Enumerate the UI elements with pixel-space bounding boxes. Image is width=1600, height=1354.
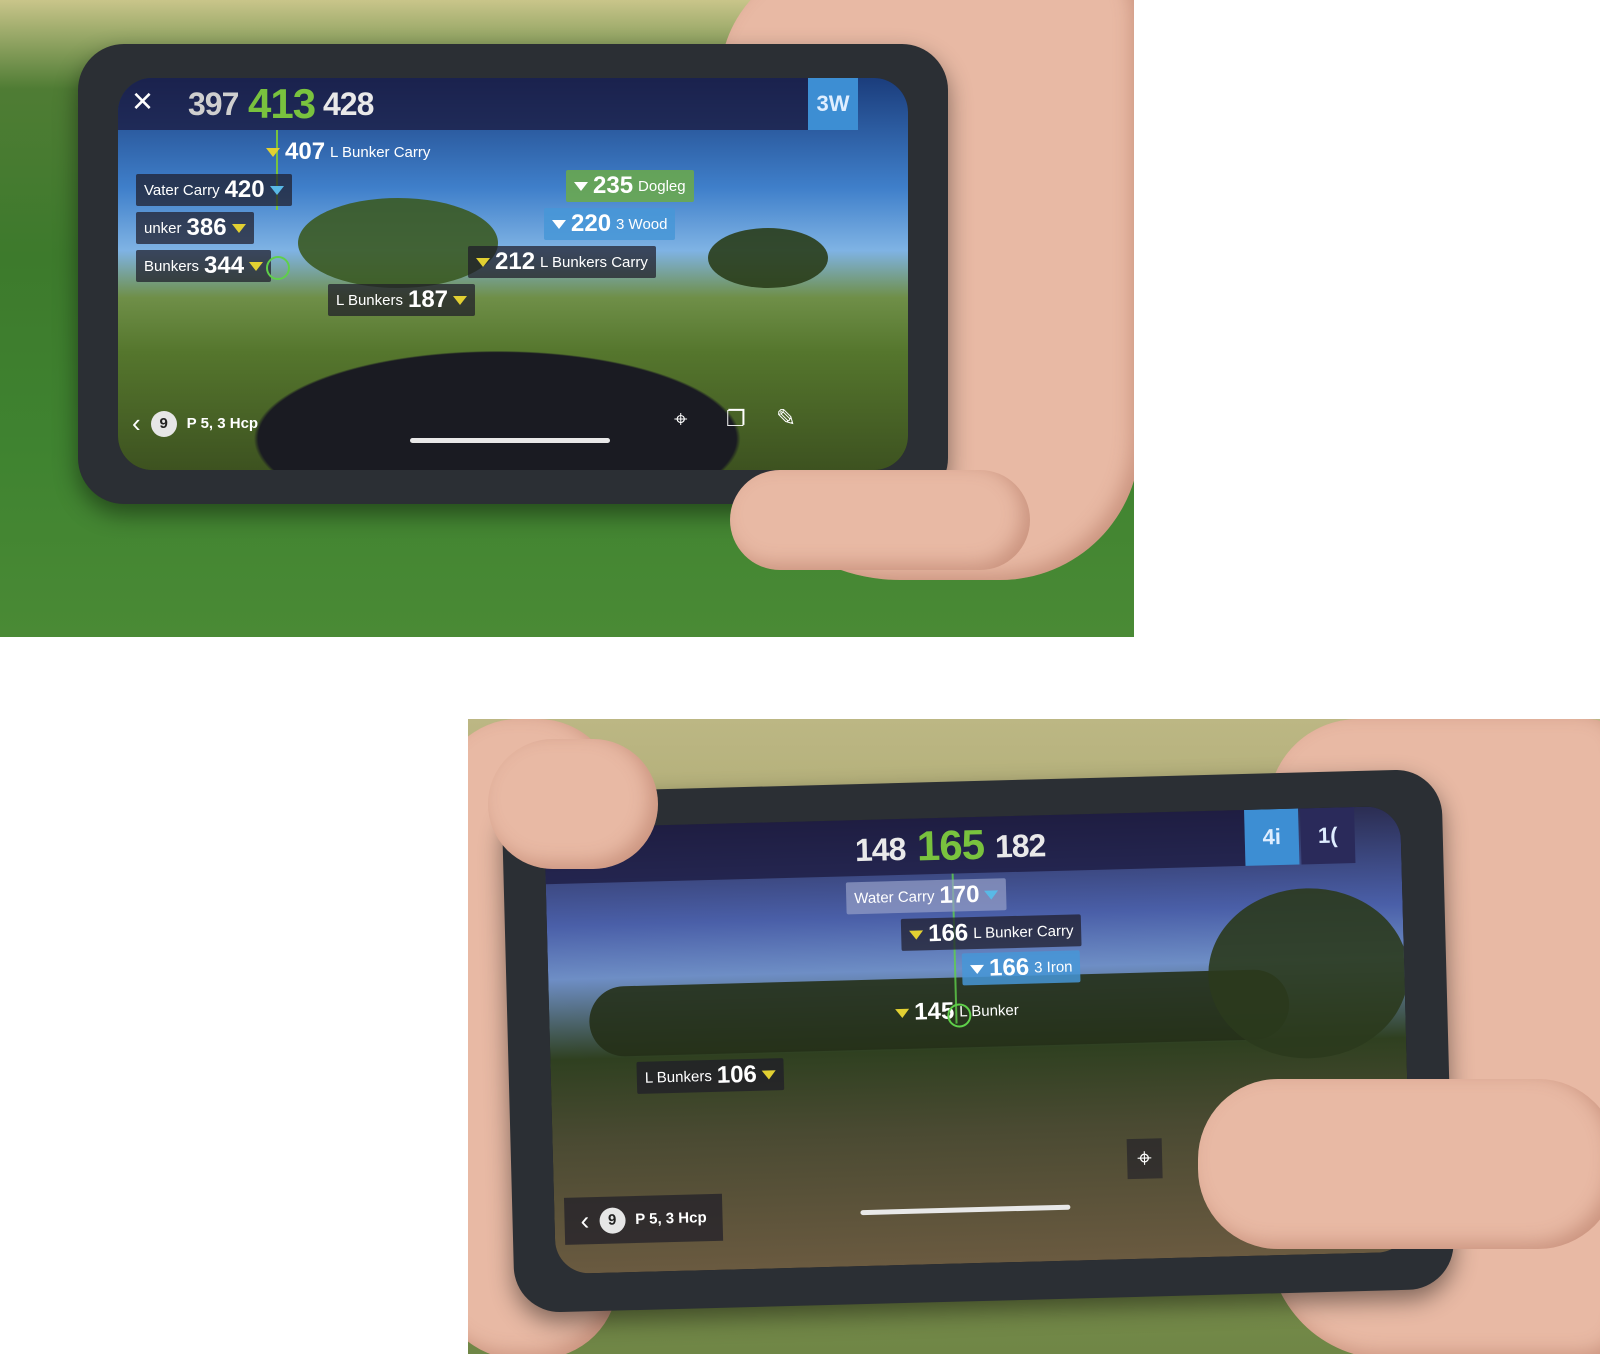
hole-info-bar: ‹ 9 P 5, 3 Hcp bbox=[563, 1193, 724, 1245]
club-label: 166 3 Iron bbox=[961, 950, 1081, 986]
back-chevron-icon[interactable]: ‹ bbox=[132, 408, 141, 439]
club-tab-3w[interactable]: 3W bbox=[808, 78, 858, 130]
hazard-label: L Bunkers 106 bbox=[636, 1058, 785, 1094]
hole-number-badge: 9 bbox=[598, 1206, 626, 1234]
pencil-icon[interactable]: ✎ bbox=[776, 404, 796, 433]
bottom-photo-panel: 148 165 182 4i 1( Water Carry 170 166 L Bu… bbox=[468, 719, 1600, 1354]
front-distance: 397 bbox=[188, 86, 239, 122]
target-reticle[interactable] bbox=[266, 256, 290, 280]
hole-info-bar: ‹ 9 P 5, 3 Hcp bbox=[132, 408, 258, 439]
home-indicator bbox=[410, 438, 610, 443]
hazard-label: Bunkers 344 bbox=[136, 250, 272, 282]
locate-icon[interactable]: ⌖ bbox=[1126, 1138, 1163, 1180]
hazard-label: Water Carry 170 bbox=[845, 878, 1007, 915]
hazard-label: 407 L Bunker Carry bbox=[258, 136, 438, 168]
club-tab-4i[interactable]: 4i bbox=[1244, 808, 1300, 866]
left-thumb bbox=[488, 739, 658, 869]
hazard-label: 235 Dogleg bbox=[566, 170, 694, 202]
hole-number-badge: 9 bbox=[150, 410, 177, 437]
hazard-label: 166 L Bunker Carry bbox=[900, 914, 1082, 951]
locate-icon[interactable]: ⌖ bbox=[674, 406, 688, 434]
top-photo-panel: × 397 413 428 3W 407 L Bunker Carry Vater… bbox=[0, 0, 1134, 637]
hazard-label: Vater Carry 420 bbox=[136, 174, 292, 206]
hazard-label: L Bunkers 187 bbox=[328, 284, 476, 316]
palm-tree bbox=[708, 228, 828, 288]
layers-icon[interactable]: ❐ bbox=[726, 406, 746, 432]
back-distance: 182 bbox=[994, 827, 1046, 865]
phone-device: × 397 413 428 3W 407 L Bunker Carry Vater… bbox=[78, 44, 948, 504]
club-tab-next[interactable]: 1( bbox=[1300, 807, 1356, 865]
hole-info: P 5, 3 Hcp bbox=[635, 1209, 707, 1229]
back-chevron-icon[interactable]: ‹ bbox=[580, 1205, 589, 1236]
back-distance: 428 bbox=[323, 86, 374, 122]
center-distance: 165 bbox=[916, 820, 985, 870]
close-icon[interactable]: × bbox=[132, 80, 153, 122]
hazard-label: unker 386 bbox=[136, 212, 254, 244]
center-distance: 413 bbox=[248, 80, 316, 127]
right-thumb bbox=[1198, 1079, 1600, 1249]
hazard-label: 212 L Bunkers Carry bbox=[468, 246, 656, 278]
ar-screen: × 397 413 428 3W 407 L Bunker Carry Vater… bbox=[118, 78, 908, 470]
front-distance: 148 bbox=[854, 830, 906, 869]
hole-info: P 5, 3 Hcp bbox=[186, 415, 259, 432]
club-label: 220 3 Wood bbox=[544, 208, 676, 240]
right-thumb bbox=[730, 470, 1030, 570]
